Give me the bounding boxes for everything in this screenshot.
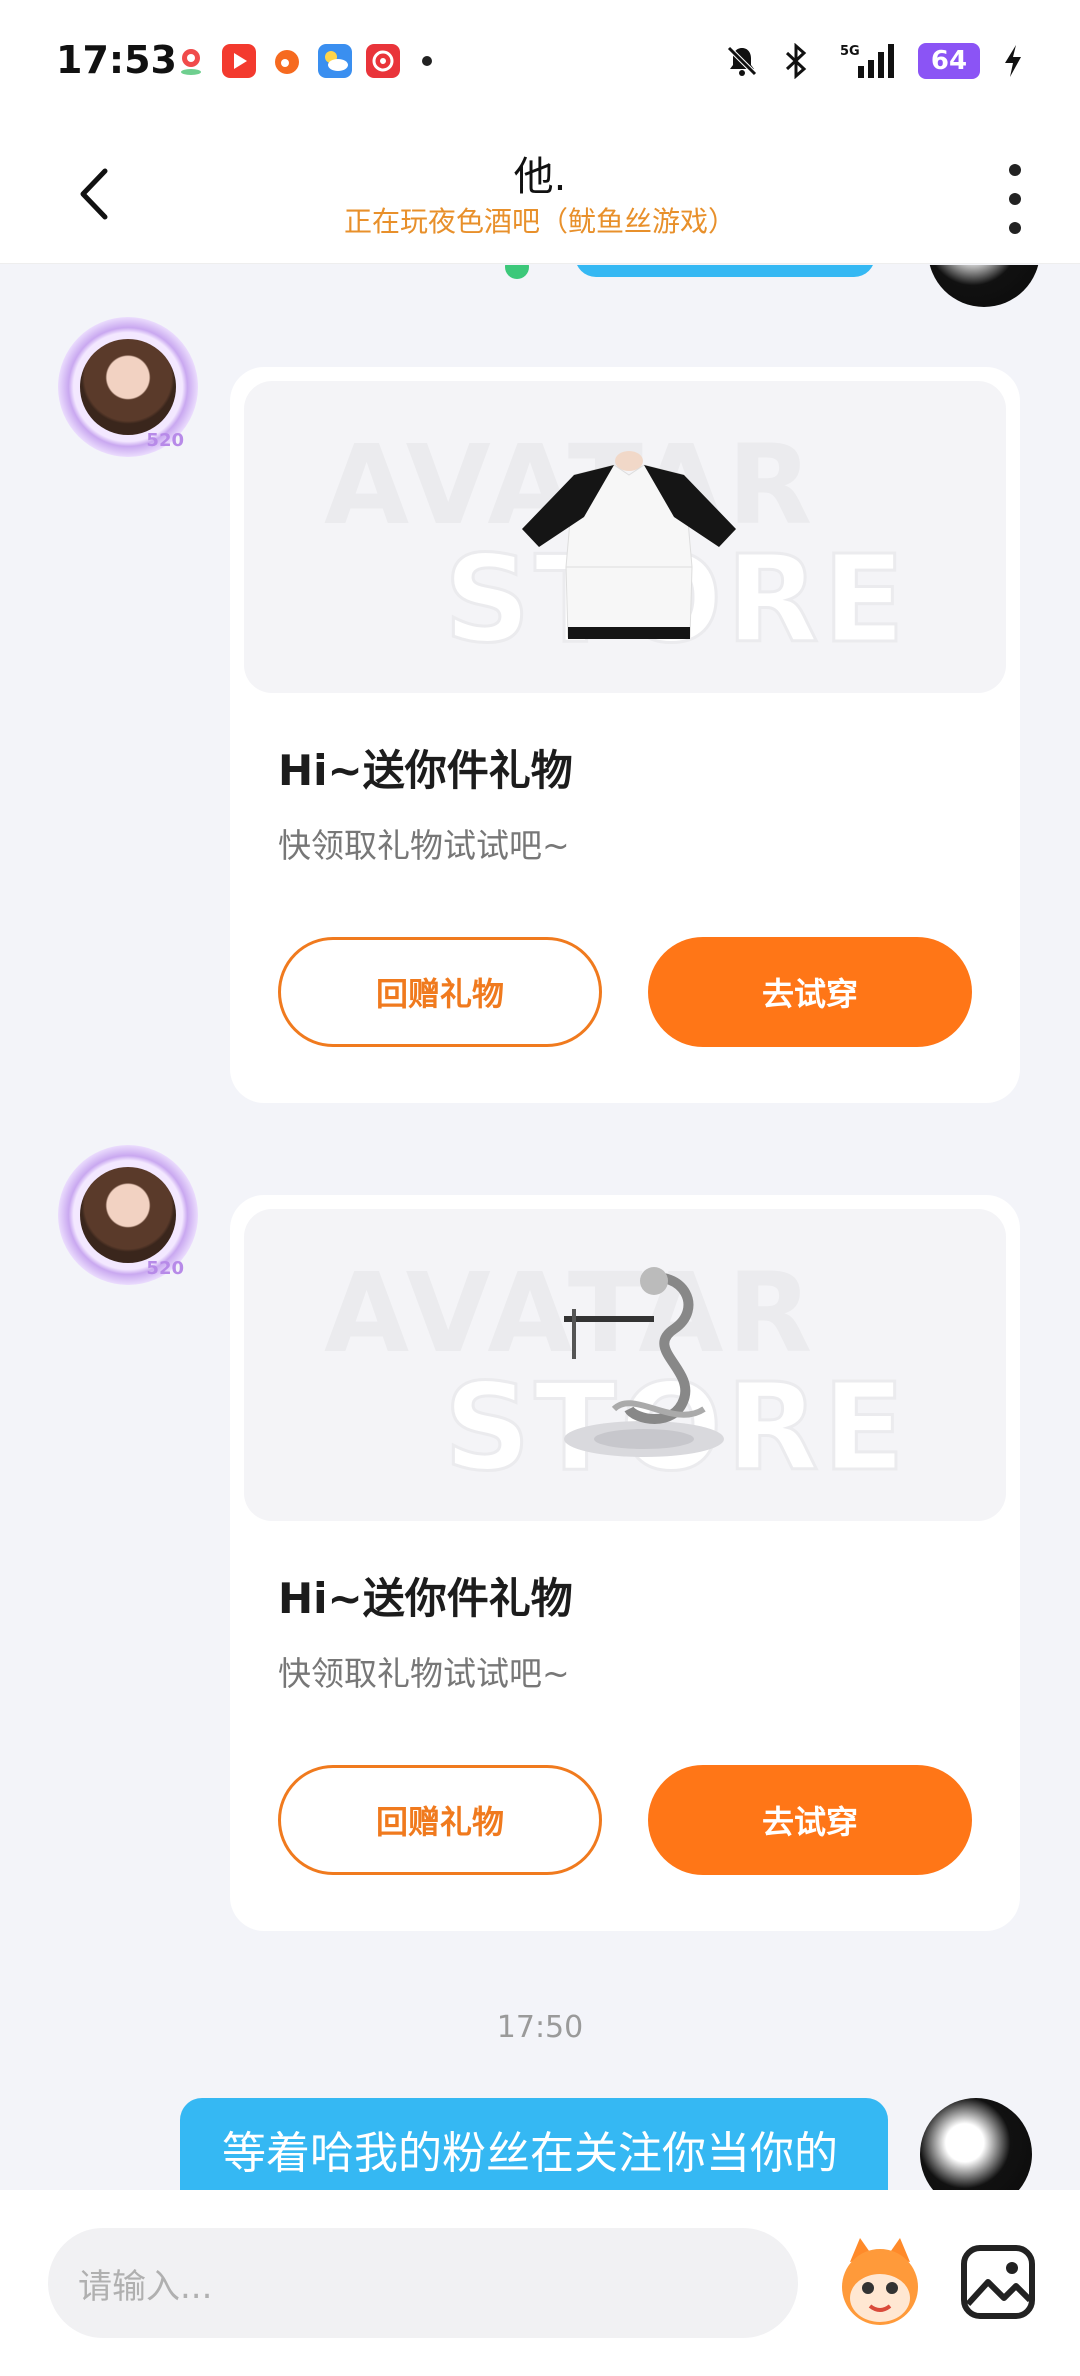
contact-name: 他.	[513, 154, 567, 200]
avatar-badge: 520	[146, 1258, 184, 1279]
battery-indicator: 64	[918, 43, 980, 79]
gift-title: Hi~送你件礼物	[278, 746, 573, 795]
status-bar: 17:53 5G 64	[0, 0, 1080, 126]
chat-header: 他. 正在玩夜色酒吧（鱿鱼丝游戏）	[0, 126, 1080, 264]
online-dot	[505, 265, 529, 279]
my-avatar[interactable]	[928, 265, 1040, 307]
sender-avatar[interactable]: 520	[58, 1145, 198, 1285]
bluetooth-icon	[785, 43, 807, 79]
more-options-button[interactable]	[990, 164, 1040, 234]
avatar-photo	[80, 1167, 176, 1263]
input-bar: 请输入...	[0, 2190, 1080, 2376]
avatar-photo	[80, 339, 176, 435]
dragon-effect-icon	[564, 1267, 724, 1457]
gift-card[interactable]: AVATAR STORE Hi~送你件礼物 快领取礼物试试吧~ 回赠礼物 去试穿	[230, 367, 1020, 1103]
previous-message-bubble	[575, 265, 875, 277]
gift-card[interactable]: AVATAR STORE Hi~送你件礼物 快领取礼物试试吧~ 回赠礼物 去试穿	[230, 1195, 1020, 1931]
weather-icon	[318, 44, 352, 78]
chat-message-list[interactable]: 520 AVATAR STORE Hi~送你件礼物 快领取礼物试试吧~ 回赠礼物…	[0, 265, 1080, 2190]
image-picker-button[interactable]	[958, 2242, 1038, 2322]
my-message-bubble[interactable]: 等着哈我的粉丝在关注你当你的粉丝呀	[180, 2098, 888, 2190]
maps-icon	[181, 49, 201, 75]
gift-subtitle: 快领取礼物试试吧~	[278, 1654, 570, 1693]
return-gift-button[interactable]: 回赠礼物	[278, 1765, 602, 1875]
network-label: 5G	[840, 44, 860, 59]
gift-image[interactable]: AVATAR STORE	[244, 381, 1006, 693]
charging-icon	[1005, 45, 1021, 77]
gift-image[interactable]: AVATAR STORE	[244, 1209, 1006, 1521]
gift-subtitle: 快领取礼物试试吧~	[278, 826, 570, 865]
weibo-icon	[275, 50, 299, 74]
more-dot	[1009, 222, 1021, 234]
status-right: 5G 64	[724, 42, 1024, 80]
status-app-icons	[174, 44, 432, 78]
more-vertical-icon	[1009, 164, 1021, 176]
signal-icon: 5G	[840, 44, 894, 78]
mute-bell-icon	[727, 46, 757, 76]
return-gift-button[interactable]: 回赠礼物	[278, 937, 602, 1047]
status-time: 17:53	[56, 38, 177, 82]
try-on-button[interactable]: 去试穿	[648, 937, 972, 1047]
music-app-icon	[366, 44, 400, 78]
try-on-button[interactable]: 去试穿	[648, 1765, 972, 1875]
avatar-badge: 520	[146, 430, 184, 451]
message-timestamp: 17:50	[496, 2010, 584, 2045]
tshirt-icon	[522, 451, 736, 639]
notification-dot	[422, 56, 432, 66]
contact-status[interactable]: 正在玩夜色酒吧（鱿鱼丝游戏）	[0, 200, 1080, 240]
more-dot	[1009, 193, 1021, 205]
gift-title: Hi~送你件礼物	[278, 1574, 573, 1623]
video-app-icon	[222, 44, 256, 78]
message-input[interactable]: 请输入...	[48, 2228, 798, 2338]
sender-avatar[interactable]: 520	[58, 317, 198, 457]
mascot-sticker-button[interactable]	[830, 2232, 930, 2332]
my-avatar[interactable]	[920, 2098, 1032, 2190]
